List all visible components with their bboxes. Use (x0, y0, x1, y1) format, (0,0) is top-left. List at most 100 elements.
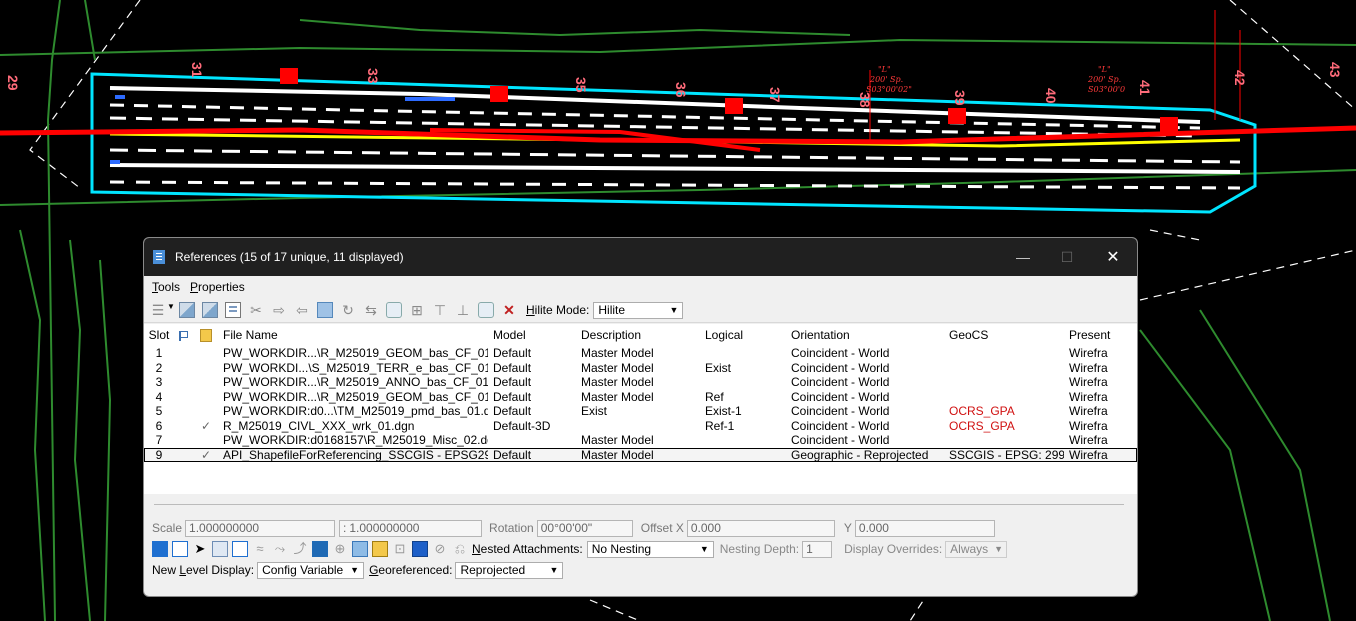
cell-nested[interactable]: ✓ (194, 448, 218, 463)
cell-display[interactable] (174, 390, 194, 405)
cell-display[interactable] (174, 346, 194, 361)
scale-icon[interactable] (317, 302, 333, 318)
attach-reference-icon[interactable] (179, 302, 195, 318)
new-level-display-select[interactable]: Config Variable ▼ (257, 561, 365, 579)
annotation-icon[interactable]: ⊕ (332, 541, 348, 557)
line-style-icon[interactable]: ≈ (252, 541, 268, 557)
cell-nested[interactable] (194, 346, 218, 361)
georeferenced-select[interactable]: Reprojected ▼ (455, 561, 564, 579)
cell-display[interactable] (174, 361, 194, 376)
col-description[interactable]: Description (576, 324, 700, 346)
cell-file-name: PW_WORKDIR...\R_M25019_GEOM_bas_CF_01.dg… (223, 389, 488, 404)
maximize-button[interactable]: ☐ (1045, 249, 1089, 266)
col-display[interactable] (174, 324, 194, 346)
cell-nested[interactable]: ✓ (194, 419, 218, 434)
table-row[interactable]: 5 PW_WORKDIR:d0...\TM_M25019_pmd_bas_01.… (144, 404, 1137, 419)
table-row[interactable]: 1 PW_WORKDIR...\R_M25019_GEOM_bas_CF_01.… (144, 346, 1137, 361)
raster-icon[interactable] (312, 541, 328, 557)
clip-boundary-icon[interactable]: ✂ (248, 302, 264, 318)
minimize-button[interactable]: — (1001, 249, 1045, 265)
table-row[interactable]: 3 PW_WORKDIR...\R_M25019_ANNO_bas_CF_01.… (144, 375, 1137, 390)
horizontal-scrollbar[interactable] (154, 504, 1124, 505)
scale-line-styles-icon[interactable] (232, 541, 248, 557)
table-row[interactable]: 7 PW_WORKDIR:d0168157\R_M25019_Misc_02.d… (144, 433, 1137, 448)
offset-y-input[interactable]: 0.000 (854, 519, 995, 537)
cell-nested[interactable] (194, 404, 218, 419)
table-row[interactable]: 6 ✓ R_M25019_CIVL_XXX_wrk_01.dgn Default… (144, 419, 1137, 434)
true-scale-icon[interactable] (212, 541, 228, 557)
cell-logical (700, 346, 786, 361)
locate-toggle-icon[interactable]: ➤ (192, 541, 208, 557)
cell-nested[interactable] (194, 375, 218, 390)
rotate-icon[interactable]: ↻ (340, 302, 356, 318)
references-dialog[interactable]: References (15 of 17 unique, 11 displaye… (143, 237, 1138, 597)
delete-clip-icon[interactable]: ✕ (501, 302, 517, 318)
menu-bar: Tools Properties (144, 276, 1137, 298)
col-logical[interactable]: Logical (700, 324, 786, 346)
cell-display[interactable] (174, 375, 194, 390)
link-icon[interactable]: ⊘ (432, 541, 448, 557)
nesting-depth-input[interactable]: 1 (802, 540, 833, 558)
list-view-icon[interactable]: ☰ (150, 302, 166, 318)
reload-reference-icon[interactable] (225, 302, 241, 318)
mirror-vertical-icon[interactable] (386, 302, 402, 318)
curve-label: "L" (1098, 65, 1111, 74)
nested-attachments-icon[interactable]: ⎌ (452, 541, 468, 557)
cell-display[interactable] (174, 404, 194, 419)
title-bar[interactable]: References (15 of 17 unique, 11 displaye… (144, 238, 1137, 276)
scale-reference-input[interactable]: :1.000000000 (339, 519, 483, 537)
cell-display[interactable] (174, 433, 194, 448)
col-nested[interactable] (194, 324, 218, 346)
col-model[interactable]: Model (488, 324, 576, 346)
cell-nested[interactable] (194, 361, 218, 376)
detach-reference-icon[interactable] (202, 302, 218, 318)
menu-properties[interactable]: Properties (190, 280, 245, 294)
col-file-name[interactable]: File Name (218, 324, 488, 346)
col-geocs[interactable]: GeoCS (944, 324, 1064, 346)
table-row[interactable]: 2 PW_WORKDI...\S_M25019_TERR_e_bas_CF_01… (144, 361, 1137, 376)
cell-display[interactable] (174, 419, 194, 434)
table-row-selected[interactable]: 9 ✓ API_ShapefileForReferencing_SSCGIS -… (144, 447, 1137, 463)
offset-x-label: Offset X (640, 521, 684, 535)
station-label: 43 (1327, 62, 1343, 78)
snap-toggle-icon[interactable] (172, 541, 188, 557)
hilite-mode-select[interactable]: Hilite ▼ (593, 301, 684, 319)
levels-icon[interactable] (352, 541, 368, 557)
cell-nested[interactable] (194, 433, 218, 448)
clip-back-icon[interactable]: ⊥ (455, 302, 471, 318)
cell-presentation: Wirefra (1069, 375, 1108, 389)
move-icon[interactable]: ⇨ (271, 302, 287, 318)
cell-display[interactable] (174, 448, 194, 463)
curve-label: S03°00'02" (866, 85, 912, 94)
cell-geocs (944, 346, 1064, 361)
clip-mask-icon[interactable]: ⊞ (409, 302, 425, 318)
menu-tools[interactable]: Tools (152, 280, 180, 294)
lighting-icon[interactable] (372, 541, 388, 557)
clip-volume-icon[interactable]: ⊡ (392, 541, 408, 557)
text-style-icon[interactable] (412, 541, 428, 557)
rotation-input[interactable]: 00°00'00" (536, 519, 633, 537)
col-orientation[interactable]: Orientation (786, 324, 944, 346)
col-slot[interactable]: Slot (144, 324, 174, 346)
cell-logical: Exist-1 (705, 404, 742, 418)
scale-master-input[interactable]: 1.000000000 (185, 519, 336, 537)
chevron-down-icon: ▼ (549, 565, 559, 575)
copy-icon[interactable]: ⇦ (294, 302, 310, 318)
cell-slot: 4 (155, 389, 163, 404)
col-presentation[interactable]: Present (1064, 324, 1137, 346)
mirror-horizontal-icon[interactable]: ⇆ (363, 302, 379, 318)
chevron-down-icon[interactable]: ▼ (167, 302, 175, 318)
display-toggle-icon[interactable] (152, 541, 168, 557)
references-table[interactable]: Slot File Name Model Description Logical… (144, 324, 1137, 494)
nested-attachments-select[interactable]: No Nesting ▼ (586, 540, 714, 558)
ignore-attachment-icon[interactable]: ⤳ (272, 541, 288, 557)
cell-slot: 1 (155, 346, 163, 360)
model-view-icon[interactable] (478, 302, 494, 318)
close-button[interactable]: ✕ (1089, 247, 1137, 267)
display-overrides-select[interactable]: Always ▼ (945, 540, 1008, 558)
table-row[interactable]: 4 PW_WORKDIR...\R_M25019_GEOM_bas_CF_01.… (144, 390, 1137, 405)
treat-as-element-icon[interactable]: ⤴ (292, 541, 308, 557)
cell-nested[interactable] (194, 390, 218, 405)
clip-front-icon[interactable]: ⊤ (432, 302, 448, 318)
offset-x-input[interactable]: 0.000 (686, 519, 835, 537)
